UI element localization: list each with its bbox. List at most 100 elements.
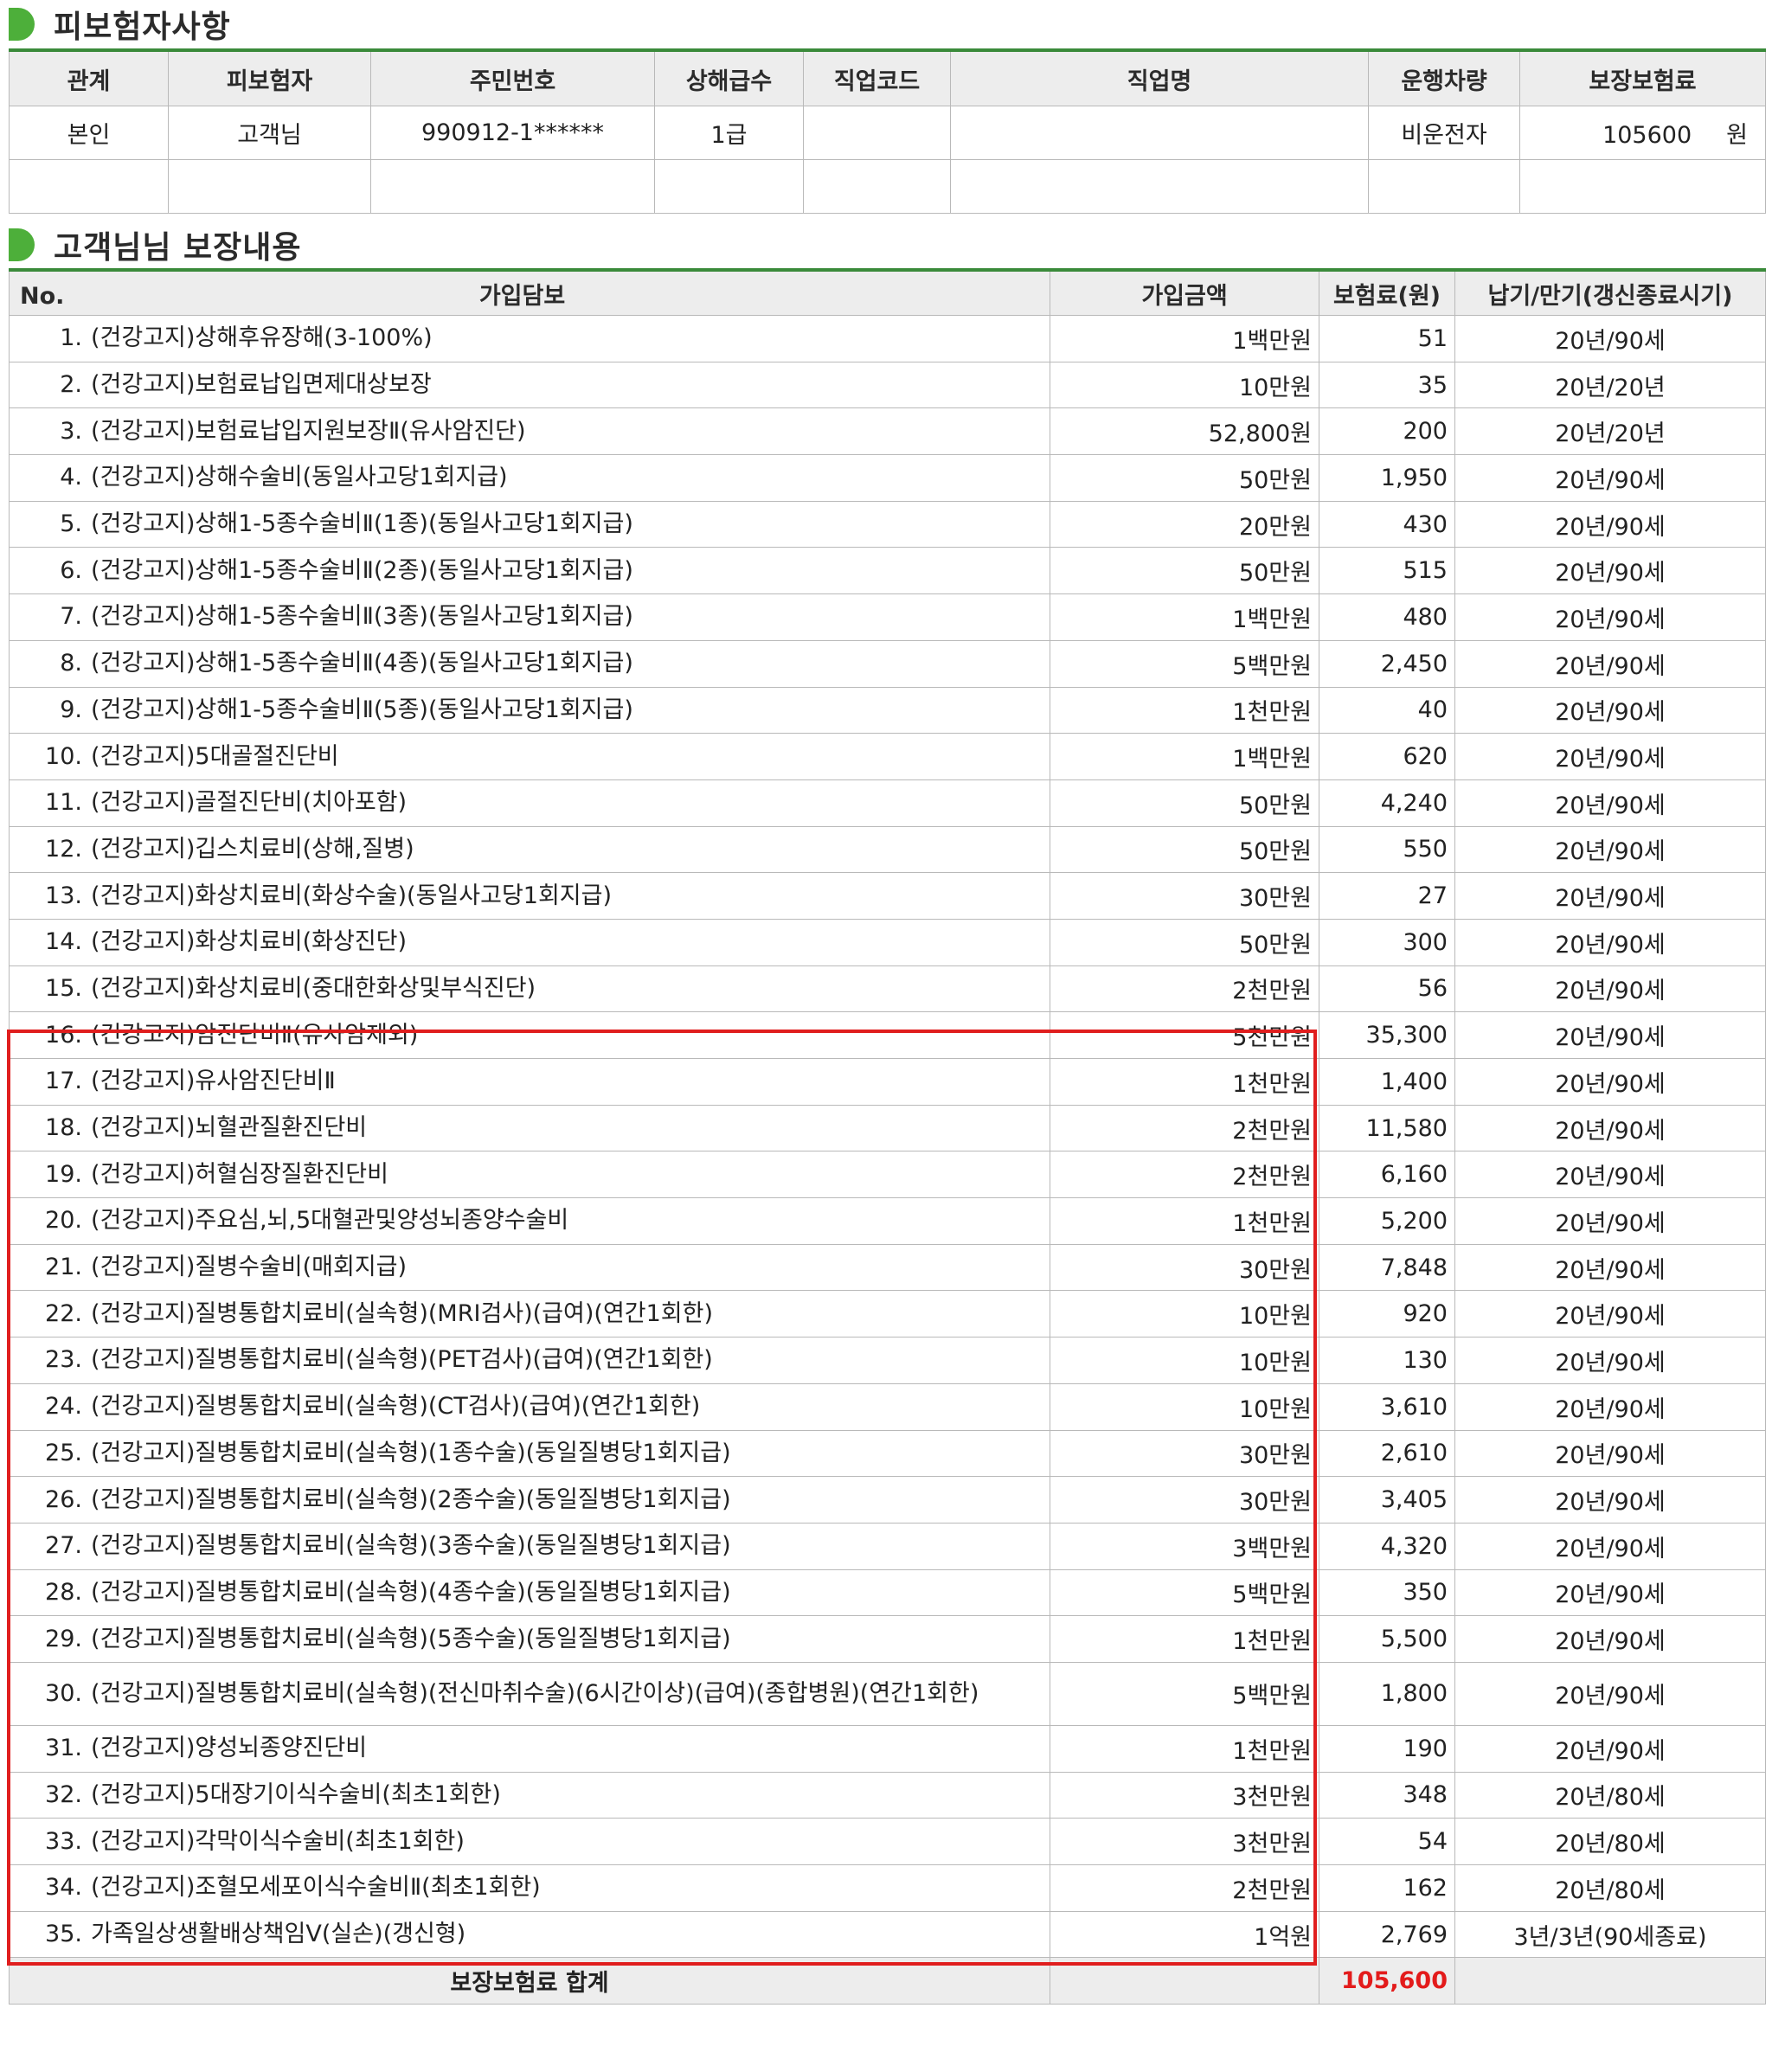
coverage-premium: 480 (1319, 593, 1455, 641)
item-name: (건강고지)주요심,뇌,5대혈관및양성뇌종양수술비 (91, 1207, 569, 1235)
item-name: (건강고지)질병통합치료비(실속형)(CT검사)(급여)(연간1회한) (91, 1393, 701, 1421)
coverage-premium: 430 (1319, 500, 1455, 548)
coverage-amount: 1천만원 (1050, 1058, 1319, 1106)
coverage-item-cell: 22. (건강고지)질병통합치료비(실속형)(MRI검사)(급여)(연간1회한) (9, 1290, 1050, 1338)
coverage-term: 20년/90세 (1454, 1243, 1766, 1292)
item-name: (건강고지)질병통합치료비(실속형)(전신마취수술)(6시간이상)(급여)(종합… (91, 1679, 979, 1707)
coverage-amount: 1천만원 (1050, 1615, 1319, 1663)
item-number: 1. (60, 324, 82, 352)
coverage-table: No. 가입담보 가입금액 보험료(원) 납기/만기(갱신종료시기) 1. (건강… (9, 268, 1766, 2005)
item-name: (건강고지)화상치료비(중대한화상및부식진단) (91, 974, 536, 1002)
empty-cell (168, 159, 371, 214)
cell-resident-no: 990912-1****** (370, 106, 655, 160)
coverage-term: 20년/80세 (1454, 1771, 1766, 1819)
coverage-amount: 2천만원 (1050, 1864, 1319, 1912)
item-number: 25. (45, 1439, 82, 1466)
total-value: 105,600 (1319, 1957, 1455, 2005)
item-number: 17. (45, 1068, 82, 1095)
header-insured: 피보험자 (168, 49, 371, 106)
table-row: 11. (건강고지)골절진단비(치아포함) 50만원 4,240 20년/90세 (9, 779, 1766, 827)
table-row: 12. (건강고지)깁스치료비(상해,질병) 50만원 550 20년/90세 (9, 825, 1766, 874)
coverage-term: 20년/90세 (1454, 1615, 1766, 1663)
coverage-term: 20년/90세 (1454, 1104, 1766, 1152)
cell-job-code (803, 106, 951, 160)
item-number: 28. (45, 1578, 82, 1606)
empty-cell (950, 159, 1369, 214)
table-row: 1. (건강고지)상해후유장해(3-100%) 1백만원 51 20년/90세 (9, 315, 1766, 362)
coverage-premium: 1,950 (1319, 454, 1455, 502)
table-row: 30. (건강고지)질병통합치료비(실속형)(전신마취수술)(6시간이상)(급여)… (9, 1661, 1766, 1726)
header-job-code: 직업코드 (803, 49, 951, 106)
coverage-term: 20년/90세 (1454, 593, 1766, 641)
cell-vehicle: 비운전자 (1368, 106, 1520, 160)
table-row: 33. (건강고지)각막이식수술비(최초1회한) 3천만원 54 20년/80세 (9, 1818, 1766, 1865)
empty-cell (1519, 159, 1766, 214)
item-name: (건강고지)골절진단비(치아포함) (91, 789, 408, 817)
coverage-amount: 5백만원 (1050, 1568, 1319, 1617)
coverage-amount: 50만원 (1050, 825, 1319, 874)
coverage-term: 20년/90세 (1454, 454, 1766, 502)
coverage-premium: 7,848 (1319, 1243, 1455, 1292)
item-number: 10. (45, 742, 82, 770)
coverage-amount: 1억원 (1050, 1910, 1319, 1959)
table-row: 4. (건강고지)상해수술비(동일사고당1회지급) 50만원 1,950 20년/90세 (9, 454, 1766, 502)
coverage-term: 20년/80세 (1454, 1864, 1766, 1912)
coverage-amount: 50만원 (1050, 454, 1319, 502)
insured-section-title: 피보험자사항 (54, 10, 231, 45)
header-vehicle: 운행차량 (1368, 49, 1520, 106)
item-number: 24. (45, 1393, 82, 1421)
total-empty-cell (1454, 1957, 1766, 2005)
item-number: 16. (45, 1021, 82, 1049)
item-number: 23. (45, 1346, 82, 1374)
coverage-premium: 515 (1319, 547, 1455, 595)
coverage-section-header: 고객님님 보장내용 (9, 221, 1765, 269)
coverage-amount: 10만원 (1050, 1290, 1319, 1338)
item-number: 21. (45, 1254, 82, 1281)
coverage-premium: 2,610 (1319, 1429, 1455, 1478)
table-row: 24. (건강고지)질병통합치료비(실속형)(CT검사)(급여)(연간1회한) 10… (9, 1382, 1766, 1431)
leaf-icon (9, 228, 35, 261)
coverage-amount: 50만원 (1050, 547, 1319, 595)
item-name: (건강고지)질병통합치료비(실속형)(1종수술)(동일질병당1회지급) (91, 1439, 731, 1466)
cell-injury-grade: 1급 (654, 106, 804, 160)
coverage-item-cell: 13. (건강고지)화상치료비(화상수술)(동일사고당1회지급) (9, 872, 1050, 920)
coverage-amount: 5천만원 (1050, 1011, 1319, 1059)
coverage-amount: 30만원 (1050, 1243, 1319, 1292)
coverage-premium: 348 (1319, 1771, 1455, 1819)
table-row: 5. (건강고지)상해1-5종수술비Ⅱ(1종)(동일사고당1회지급) 20만원 430… (9, 500, 1766, 548)
coverage-item-cell: 21. (건강고지)질병수술비(매회지급) (9, 1243, 1050, 1292)
item-number: 8. (60, 650, 82, 677)
coverage-premium: 300 (1319, 918, 1455, 966)
cell-relation: 본인 (9, 106, 169, 160)
coverage-amount: 50만원 (1050, 779, 1319, 827)
item-name: (건강고지)상해후유장해(3-100%) (91, 324, 433, 352)
table-row: 20. (건강고지)주요심,뇌,5대혈관및양성뇌종양수술비 1천만원 5,200 20년… (9, 1197, 1766, 1245)
coverage-term: 3년/3년(90세종료) (1454, 1910, 1766, 1959)
coverage-amount: 5백만원 (1050, 639, 1319, 688)
item-name: (건강고지)상해수술비(동일사고당1회지급) (91, 464, 508, 491)
coverage-premium: 3,405 (1319, 1476, 1455, 1524)
coverage-term: 20년/90세 (1454, 686, 1766, 735)
coverage-term: 20년/90세 (1454, 1476, 1766, 1524)
coverage-item-cell: 28. (건강고지)질병통합치료비(실속형)(4종수술)(동일질병당1회지급) (9, 1568, 1050, 1617)
item-name: (건강고지)상해1-5종수술비Ⅱ(3종)(동일사고당1회지급) (91, 603, 633, 631)
table-row: 23. (건강고지)질병통합치료비(실속형)(PET검사)(급여)(연간1회한) 1… (9, 1337, 1766, 1384)
coverage-item-cell: 31. (건강고지)양성뇌종양진단비 (9, 1724, 1050, 1773)
table-row: 34. (건강고지)조혈모세포이식수술비Ⅱ(최초1회한) 2천만원 162 20년/80… (9, 1864, 1766, 1912)
item-number: 6. (60, 556, 82, 584)
table-row: 26. (건강고지)질병통합치료비(실속형)(2종수술)(동일질병당1회지급) 30… (9, 1476, 1766, 1524)
table-row: 9. (건강고지)상해1-5종수술비Ⅱ(5종)(동일사고당1회지급) 1천만원 40 2… (9, 686, 1766, 735)
item-number: 33. (45, 1827, 82, 1855)
coverage-item-cell: 8. (건강고지)상해1-5종수술비Ⅱ(4종)(동일사고당1회지급) (9, 639, 1050, 688)
coverage-item-cell: 27. (건강고지)질병통합치료비(실속형)(3종수술)(동일질병당1회지급) (9, 1522, 1050, 1570)
item-name: (건강고지)질병통합치료비(실속형)(3종수술)(동일질병당1회지급) (91, 1532, 731, 1560)
coverage-item-cell: 9. (건강고지)상해1-5종수술비Ⅱ(5종)(동일사고당1회지급) (9, 686, 1050, 735)
item-number: 20. (45, 1207, 82, 1235)
item-number: 26. (45, 1485, 82, 1513)
coverage-item-cell: 23. (건강고지)질병통합치료비(실속형)(PET검사)(급여)(연간1회한) (9, 1337, 1050, 1384)
coverage-item-cell: 34. (건강고지)조혈모세포이식수술비Ⅱ(최초1회한) (9, 1864, 1050, 1912)
coverage-amount: 20만원 (1050, 500, 1319, 548)
coverage-term: 20년/90세 (1454, 639, 1766, 688)
coverage-item-cell: 5. (건강고지)상해1-5종수술비Ⅱ(1종)(동일사고당1회지급) (9, 500, 1050, 548)
header-premium-won: 보험료(원) (1319, 269, 1455, 316)
